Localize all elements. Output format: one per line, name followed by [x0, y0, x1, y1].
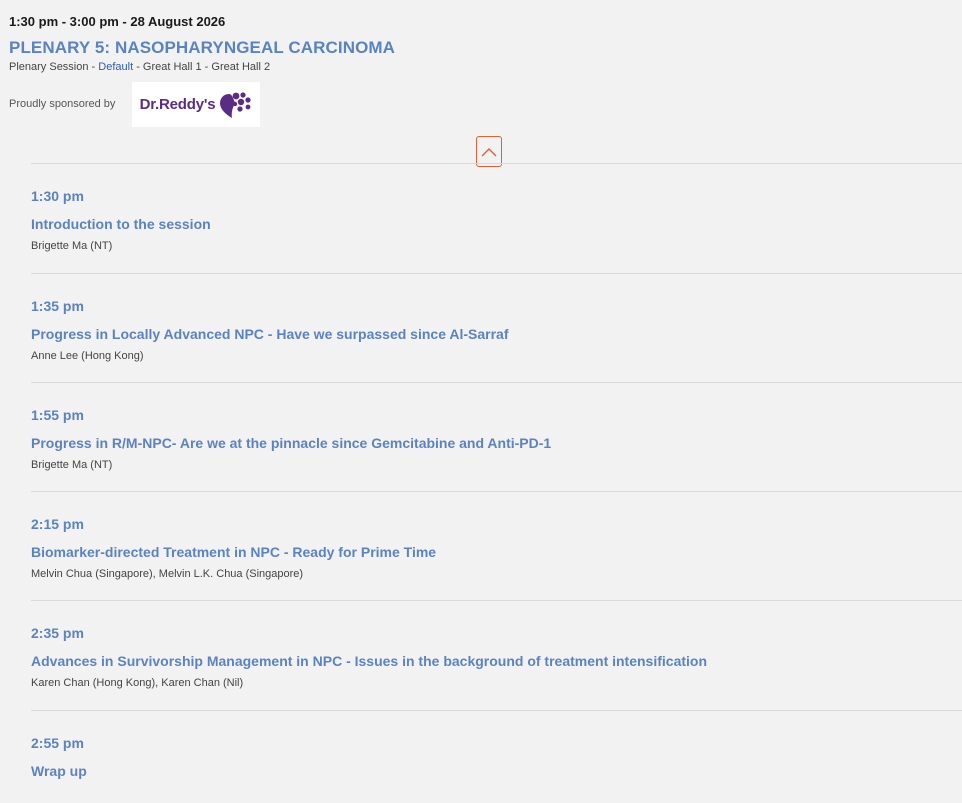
- agenda-item: 1:30 pm Introduction to the session Brig…: [31, 163, 962, 273]
- agenda-item-speakers: Karen Chan (Hong Kong), Karen Chan (Nil): [31, 677, 244, 689]
- agenda-item-speakers: Brigette Ma (NT): [31, 459, 113, 471]
- session-type: Plenary Session: [9, 61, 89, 73]
- agenda-item-time: 2:55 pm: [31, 735, 84, 751]
- agenda-item-title[interactable]: Progress in R/M-NPC- Are we at the pinna…: [31, 435, 551, 451]
- agenda-item-speakers: Melvin Chua (Singapore), Melvin L.K. Chu…: [31, 568, 304, 580]
- sponsor-label: Proudly sponsored by: [9, 98, 116, 110]
- sponsor-logo-mark-icon: [220, 91, 251, 118]
- chevron-up-icon: [481, 147, 497, 156]
- agenda-item-time: 1:30 pm: [31, 188, 84, 204]
- agenda-item-title[interactable]: Wrap up: [31, 763, 87, 779]
- session-meta: Plenary Session - Default - Great Hall 1…: [9, 61, 270, 73]
- agenda-item-title[interactable]: Progress in Locally Advanced NPC - Have …: [31, 326, 508, 342]
- agenda-item-time: 1:55 pm: [31, 407, 84, 423]
- agenda-item: 2:15 pm Biomarker-directed Treatment in …: [31, 491, 962, 600]
- agenda-item: 1:55 pm Progress in R/M-NPC- Are we at t…: [31, 382, 962, 491]
- sponsor-logo-text: Dr.Reddy's: [139, 96, 216, 113]
- session-location: Great Hall 1 - Great Hall 2: [142, 61, 271, 73]
- session-track-link[interactable]: Default: [98, 61, 133, 73]
- agenda-item-time: 1:35 pm: [31, 298, 84, 314]
- agenda-item-time: 2:15 pm: [31, 516, 84, 532]
- meta-separator: -: [88, 61, 99, 73]
- session-time: 1:30 pm - 3:00 pm - 28 August 2026: [9, 14, 226, 29]
- agenda-item-title[interactable]: Biomarker-directed Treatment in NPC - Re…: [31, 544, 436, 560]
- agenda-item: 2:35 pm Advances in Survivorship Managem…: [31, 600, 962, 710]
- agenda-item: 1:35 pm Progress in Locally Advanced NPC…: [31, 273, 962, 382]
- agenda-item-speakers: Brigette Ma (NT): [31, 240, 113, 252]
- session-title[interactable]: PLENARY 5: NASOPHARYNGEAL CARCINOMA: [9, 38, 395, 58]
- agenda-item-speakers: Anne Lee (Hong Kong): [31, 350, 144, 362]
- agenda-item-title[interactable]: Introduction to the session: [31, 216, 211, 232]
- agenda-item-time: 2:35 pm: [31, 625, 84, 641]
- agenda-item: 2:55 pm Wrap up: [31, 710, 962, 803]
- meta-separator: -: [133, 61, 143, 73]
- agenda-item-title[interactable]: Advances in Survivorship Management in N…: [31, 653, 707, 669]
- sponsor-logo[interactable]: Dr.Reddy's: [132, 82, 260, 127]
